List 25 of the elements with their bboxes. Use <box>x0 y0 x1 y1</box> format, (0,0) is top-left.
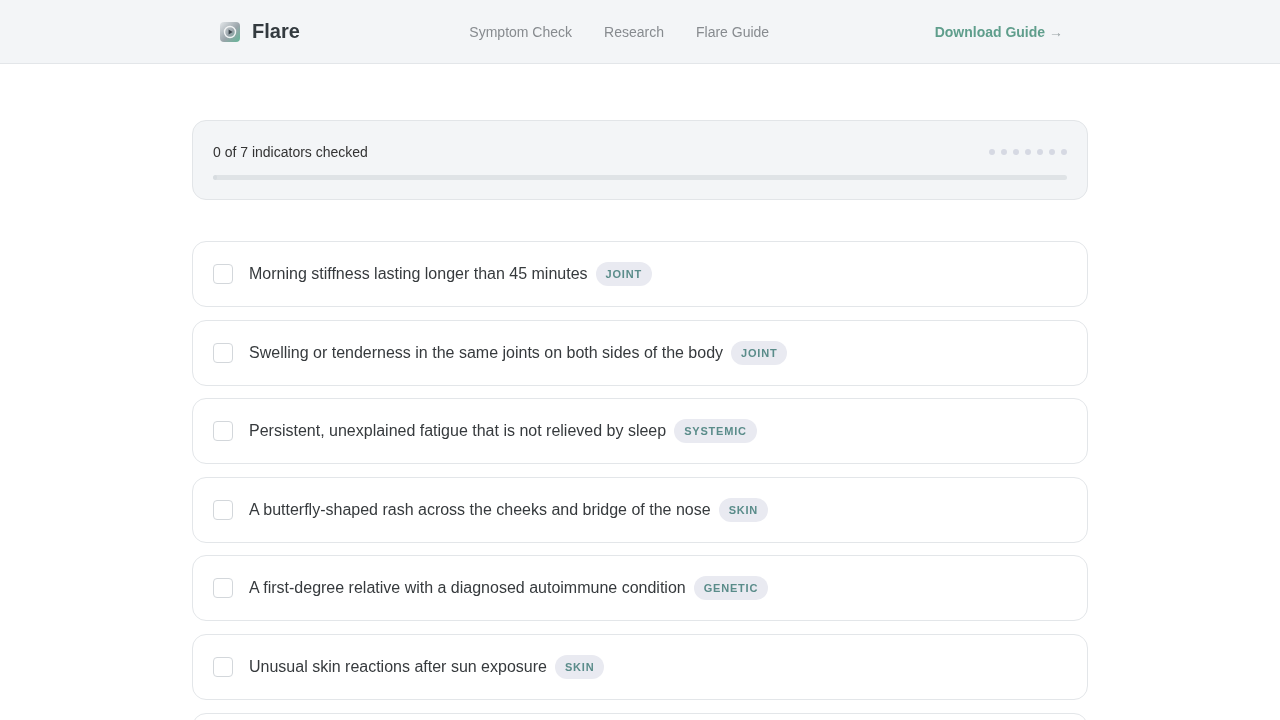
category-tag: JOINT <box>595 262 652 286</box>
checkbox[interactable] <box>213 499 233 520</box>
indicator-text: Unusual skin reactions after sun exposure <box>249 657 547 676</box>
indicator-text: A butterfly-shaped rash across the cheeks and bridge of the nose <box>249 500 711 519</box>
download-guide-link[interactable]: Download Guide → <box>934 23 1063 40</box>
checkbox[interactable] <box>213 342 233 363</box>
indicator-text: Persistent, unexplained fatigue that is not relieved by sleep <box>249 422 667 441</box>
checkbox[interactable] <box>213 421 233 442</box>
category-tag: SYSTEMIC <box>674 419 757 444</box>
indicator-text: Morning stiffness lasting longer than 45 minutes <box>249 265 588 283</box>
category-tag: JOINT <box>731 340 788 365</box>
category-tag: SKIN <box>718 497 769 522</box>
nav-link[interactable]: Symptom Check <box>469 23 573 40</box>
logo-icon <box>220 21 240 42</box>
brand-name: Flare <box>252 20 300 43</box>
checkbox[interactable] <box>213 656 233 677</box>
category-tag: SKIN <box>554 654 605 679</box>
checkbox[interactable] <box>213 578 233 599</box>
category-tag: GENETIC <box>693 576 769 601</box>
progress-label: 0 of 7 indicators checked <box>213 143 368 160</box>
indicator-text: Swelling or tenderness in the same joints on both sides of the body <box>249 343 724 362</box>
nav-link[interactable]: Flare Guide <box>695 23 770 40</box>
indicator-text: A first-degree relative with a diagnosed autoimmune condition <box>249 579 686 598</box>
nav-link[interactable]: Research <box>604 23 664 40</box>
checkbox[interactable] <box>213 264 233 284</box>
